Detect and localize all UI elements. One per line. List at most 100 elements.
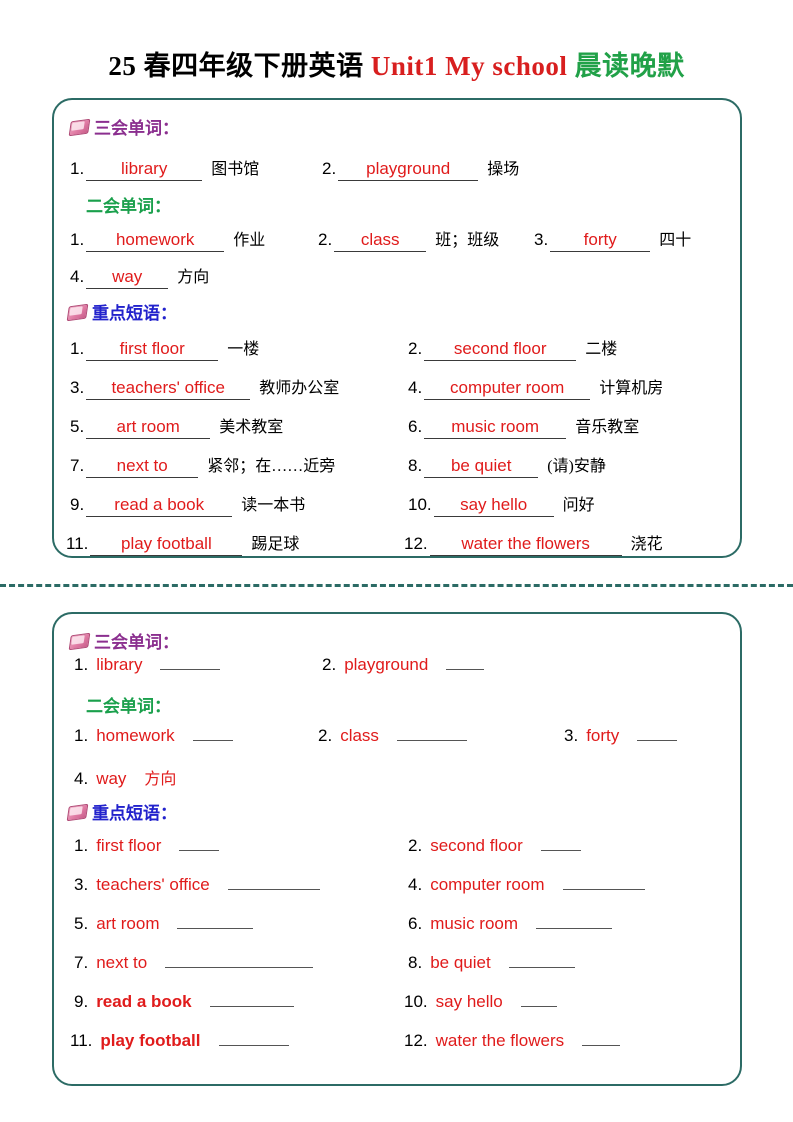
translation: 读一本书 <box>241 497 306 514</box>
prompt-phrase: next to <box>96 953 148 972</box>
answer-word[interactable]: homework <box>86 230 225 252</box>
answer-blank[interactable] <box>192 727 233 741</box>
answer-row: 12. water the flowers 浇花 <box>404 530 663 556</box>
answer-word[interactable]: class <box>334 230 427 252</box>
item-number: 1. <box>74 655 89 674</box>
answer-row: 1. library 图书馆 <box>70 155 259 181</box>
answer-blank[interactable] <box>396 727 467 741</box>
answer-row: 4. computer room 计算机房 <box>408 374 663 400</box>
translation: 方向 <box>144 771 177 788</box>
item-number: 9. <box>74 992 89 1011</box>
answer-phrase[interactable]: be quiet <box>424 456 539 478</box>
translation: 图书馆 <box>211 161 260 178</box>
translation: 踢足球 <box>251 536 300 553</box>
prompt-phrase: second floor <box>430 836 523 855</box>
section-divider <box>0 584 793 587</box>
answer-blank[interactable] <box>508 954 575 968</box>
prompt-word: homework <box>96 726 175 745</box>
item-number: 4. <box>408 378 423 397</box>
answer-blank[interactable] <box>218 1032 289 1046</box>
answer-blank[interactable] <box>179 837 220 851</box>
heading-label: 二会单词： <box>86 697 171 716</box>
answer-row: 3. teachers' office 教师办公室 <box>70 374 339 400</box>
title-part-black: 25 春四年级下册英语 <box>108 51 371 81</box>
answer-phrase[interactable]: computer room <box>424 378 591 400</box>
item-number: 8. <box>408 456 423 475</box>
answer-row: 6. music room 音乐教室 <box>408 413 639 439</box>
item-number: 5. <box>74 914 89 933</box>
blank-row: 10. say hello <box>404 992 557 1012</box>
blank-row: 9. read a book <box>74 992 294 1012</box>
book-icon <box>68 632 91 650</box>
answer-word[interactable]: forty <box>550 230 651 252</box>
answer-blank[interactable] <box>209 993 294 1007</box>
prompt-word: class <box>340 726 379 745</box>
blank-row: 1. first floor <box>74 836 220 856</box>
answer-phrase[interactable]: play football <box>90 534 243 556</box>
answer-row: 4. way 方向 <box>70 263 209 289</box>
answer-row: 7. next to 紧邻；在……近旁 <box>70 452 335 478</box>
blank-row: 7. next to <box>74 953 314 973</box>
translation: 浇花 <box>630 536 663 553</box>
answer-blank[interactable] <box>227 876 320 890</box>
item-number: 3. <box>74 875 89 894</box>
item-number: 7. <box>70 456 85 475</box>
answer-word[interactable]: way <box>86 267 169 289</box>
translation: 教师办公室 <box>259 380 340 397</box>
answer-blank[interactable] <box>165 954 314 968</box>
answer-word[interactable]: playground <box>338 159 479 181</box>
page-title: 25 春四年级下册英语 Unit1 My school 晨读晚默 <box>0 44 793 83</box>
translation: 紧邻；在……近旁 <box>207 458 336 475</box>
book-icon <box>66 303 89 321</box>
item-number: 1. <box>70 230 85 249</box>
translation: 音乐教室 <box>575 419 640 436</box>
answer-phrase[interactable]: first floor <box>86 339 219 361</box>
item-number: 10. <box>408 495 432 514</box>
item-number: 3. <box>70 378 85 397</box>
prompt-phrase: water the flowers <box>435 1031 565 1050</box>
translation: 问好 <box>562 497 595 514</box>
answer-blank[interactable] <box>582 1032 621 1046</box>
item-number: 7. <box>74 953 89 972</box>
heading-label: 重点短语： <box>92 804 177 823</box>
item-number: 3. <box>564 726 579 745</box>
blank-row: 4. computer room <box>408 875 645 895</box>
answer-phrase[interactable]: second floor <box>424 339 577 361</box>
blank-row: 8. be quiet <box>408 953 575 973</box>
answer-blank[interactable] <box>520 993 557 1007</box>
answer-blank[interactable] <box>540 837 581 851</box>
prompt-phrase: say hello <box>435 992 503 1011</box>
translation: 方向 <box>177 269 210 286</box>
item-number: 2. <box>318 726 333 745</box>
item-number: 3. <box>534 230 549 249</box>
answer-phrase[interactable]: say hello <box>433 495 554 517</box>
translation: 操场 <box>487 161 520 178</box>
item-number: 1. <box>74 726 89 745</box>
answer-blank[interactable] <box>637 727 678 741</box>
answer-phrase[interactable]: next to <box>86 456 199 478</box>
item-number: 1. <box>70 159 85 178</box>
answer-phrase[interactable]: teachers' office <box>86 378 251 400</box>
heading-label: 三会单词： <box>94 633 179 652</box>
answer-blank[interactable] <box>177 915 254 929</box>
answer-blank[interactable] <box>536 915 613 929</box>
translation: 四十 <box>659 232 692 249</box>
item-number: 5. <box>70 417 85 436</box>
blank-row: 2. class <box>318 726 467 746</box>
blank-row: 11. play football <box>70 1031 289 1051</box>
prompt-word: library <box>96 655 143 674</box>
answer-blank[interactable] <box>160 656 221 670</box>
answer-blank[interactable] <box>446 656 485 670</box>
answer-phrase[interactable]: read a book <box>86 495 233 517</box>
title-part-unit: Unit1 My school <box>370 51 575 81</box>
prompt-phrase: music room <box>430 914 519 933</box>
item-number: 12. <box>404 534 428 553</box>
item-number: 12. <box>404 1031 428 1050</box>
heading-label: 二会单词： <box>86 197 171 216</box>
answer-word[interactable]: library <box>86 159 203 181</box>
answer-phrase[interactable]: water the flowers <box>429 534 622 556</box>
answer-phrase[interactable]: art room <box>86 417 211 439</box>
answer-blank[interactable] <box>562 876 645 890</box>
answer-row: 2. class 班；班级 <box>318 226 499 252</box>
answer-phrase[interactable]: music room <box>424 417 567 439</box>
